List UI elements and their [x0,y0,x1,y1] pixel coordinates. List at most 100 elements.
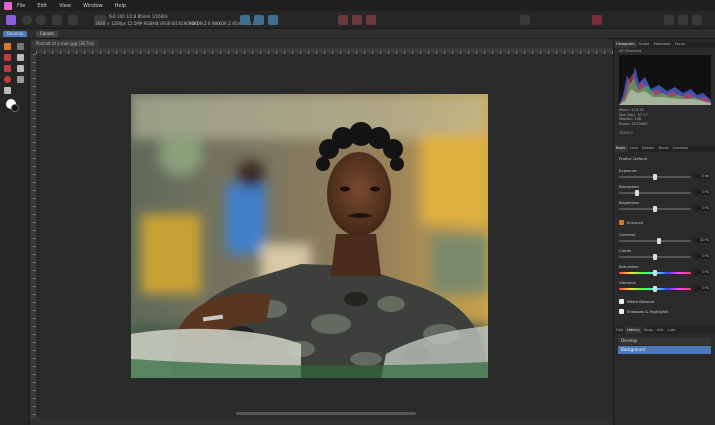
app-logo-icon [4,1,12,10]
tab-focus[interactable]: Focus [673,41,687,48]
channel-select[interactable]: All Channels [619,49,641,54]
photo-persona-icon[interactable] [6,15,16,25]
vibrance-knob[interactable] [653,286,657,292]
contrast-slider[interactable] [619,238,691,244]
portrait-photo [131,94,488,378]
menu-window[interactable]: Window [83,3,103,9]
mirror-view-icon[interactable] [268,15,278,25]
menu-view[interactable]: View [59,3,71,9]
cancel-button[interactable]: Cancel [36,31,58,37]
saturation-label: Saturation [619,264,639,269]
clarity-value[interactable]: 0 % [694,254,710,259]
tab-hist[interactable]: Hist [614,327,625,334]
stat-mean: Mean: 115.14 [619,108,644,112]
document-area: Portrait of a man.jpg (36.5%) [30,39,613,425]
toolbar: ISO 100 1/2.8 85mm 1/1600s 1920 × 1280px… [0,11,715,29]
gradient-tool-icon[interactable] [4,87,11,94]
exposure-value[interactable]: 0 ev [694,174,710,179]
radial-tool-icon[interactable] [4,76,11,83]
exposure-slider[interactable] [619,174,691,180]
clip-highlights-icon[interactable] [352,15,362,25]
blackpoint-knob[interactable] [635,190,639,196]
assistant-icon[interactable] [520,15,530,25]
menu-help[interactable]: Help [115,3,126,9]
blemish-tool-icon[interactable] [4,65,11,72]
tab-histogram[interactable]: Histogram [614,41,637,48]
vibrance-label: Vibrance [619,280,636,285]
liquify-persona-icon[interactable] [22,15,32,25]
context-bar: Develop Cancel [0,29,715,39]
brush-tool-icon[interactable] [17,54,24,61]
erase-tool-icon[interactable] [17,65,24,72]
camera-info: ISO 100 1/2.8 85mm 1/1600s [109,14,168,19]
contrast-value[interactable]: 10 % [694,238,710,243]
view-tool-icon[interactable] [240,15,250,25]
list-item-selected[interactable]: Background [618,346,711,354]
warn-left: 100% 0 [619,131,633,135]
profile-label[interactable]: Profile: Default [619,156,647,161]
tab-metadata[interactable]: Metadata [652,41,673,48]
menu-file[interactable]: File [17,3,25,9]
brightness-value[interactable]: 0 % [694,206,710,211]
tab-details[interactable]: Details [640,145,656,152]
develop-persona-icon[interactable] [36,15,46,25]
right-panel: Histogram Scope Metadata Focus All Chann… [613,39,715,425]
layers-tabs: Hist History Snap Info Luts [614,327,715,334]
menu-edit[interactable]: Edit [37,3,47,9]
vibrance-value[interactable]: 0 % [694,286,710,291]
tab-overlays[interactable]: Overlays [670,145,690,152]
tab-info[interactable]: Info [655,327,666,334]
clip-shadows-icon[interactable] [338,15,348,25]
tab-snap[interactable]: Snap [642,327,655,334]
horizontal-scrollbar[interactable] [236,412,416,415]
saturation-value[interactable]: 0 % [694,270,710,275]
shadows-highlights-label: Shadows & Highlights [627,309,669,314]
tone-mapping-icon[interactable] [52,15,62,25]
vibrance-slider[interactable] [619,286,691,292]
enhance-label: Enhance [627,220,644,225]
zoom-tool-icon[interactable] [17,43,24,50]
secondary-color-swatch[interactable] [11,104,19,112]
enhance-toggle-icon[interactable] [619,220,624,225]
tab-tones[interactable]: Tones [656,145,670,152]
white-balance-checkbox[interactable] [619,299,624,304]
document-tab[interactable]: Portrait of a man.jpg (36.5%) [32,40,99,47]
exposure-knob[interactable] [653,174,657,180]
page-icon[interactable] [678,15,688,25]
blackpoint-value[interactable]: 0 % [694,190,710,195]
brightness-label: Brightness [619,200,640,205]
shadows-highlights-checkbox[interactable] [619,309,624,314]
clip-tones-icon[interactable] [366,15,376,25]
clarity-slider[interactable] [619,254,691,260]
clarity-knob[interactable] [653,254,657,260]
tab-basic[interactable]: Basic [614,145,628,152]
view-tool-icon[interactable] [4,43,11,50]
arrange-icon[interactable] [692,15,702,25]
canvas[interactable] [36,54,613,417]
histogram-graph [619,67,711,105]
brightness-slider[interactable] [619,206,691,212]
share-icon[interactable] [68,15,78,25]
color-mode-icon[interactable] [664,15,674,25]
doc-info: 1920 × 1280px 12.5MP RGBA/8 sRGB IEC6196… [95,21,200,26]
clarity-label: Clarity [619,248,632,253]
split-view-icon[interactable] [254,15,264,25]
redeye-tool-icon[interactable] [4,54,11,61]
saturation-knob[interactable] [653,270,657,276]
tab-luts[interactable]: Luts [666,327,678,334]
tab-scope[interactable]: Scope [637,41,652,48]
brightness-knob[interactable] [653,206,657,212]
saturation-slider[interactable] [619,270,691,276]
tab-lens[interactable]: Lens [628,145,640,152]
blackpoint-slider[interactable] [619,190,691,196]
develop-button[interactable]: Develop [3,31,28,37]
contrast-knob[interactable] [657,238,661,244]
white-balance-label: White Balance [627,299,655,304]
tools-panel [0,39,30,425]
tag-icon[interactable] [592,15,602,25]
histogram-stats: Mean: 115.14 Std. Dev.: 57.27 Median: 10… [619,108,648,126]
tab-history[interactable]: History [624,327,642,334]
crop-tool-icon[interactable] [17,76,24,83]
histogram [619,55,711,105]
list-item[interactable]: Develop [618,337,711,345]
